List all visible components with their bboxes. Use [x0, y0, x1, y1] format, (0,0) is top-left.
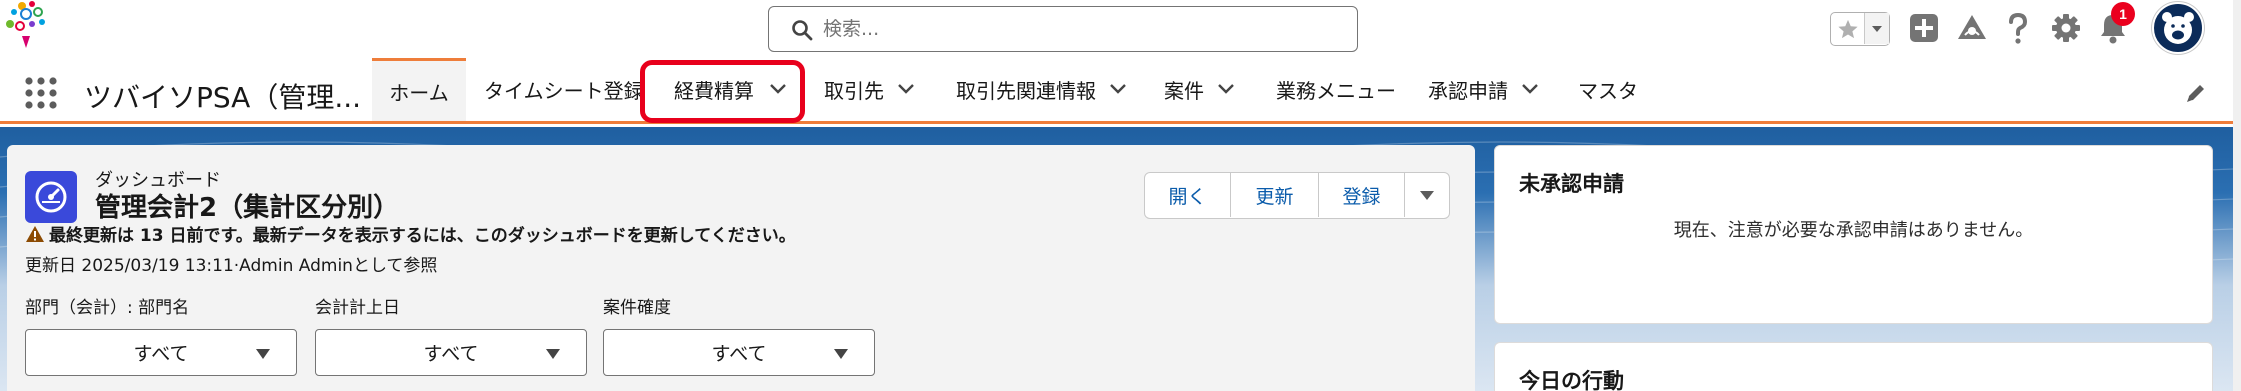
pending-approvals-empty-message: 現在、注意が必要な承認申請はありません。: [1673, 220, 2034, 241]
filter-select-value: すべて: [133, 343, 189, 365]
edit-nav-pencil-icon[interactable]: [2185, 82, 2207, 104]
register-button[interactable]: 登録: [1319, 173, 1405, 217]
nav-tab-home[interactable]: ホーム: [372, 58, 466, 121]
filter-label-posting-date: 会計計上日: [315, 298, 400, 318]
global-search-box[interactable]: [768, 6, 1358, 52]
nav-tab-projects[interactable]: 案件: [1164, 58, 1244, 121]
setup-gear-icon[interactable]: [2048, 10, 2084, 46]
app-nav-bar: ツバイソPSA（管理... ホーム タイムシート登録 経費精算 取引先 取引先関…: [0, 58, 2241, 124]
filter-label-probability: 案件確度: [603, 298, 671, 318]
nav-tab-label: ホーム: [389, 80, 449, 105]
notification-count-badge: 1: [2111, 2, 2135, 26]
chevron-down-icon[interactable]: [1108, 82, 1128, 96]
star-icon[interactable]: [1831, 13, 1865, 44]
chevron-down-icon: [256, 349, 270, 359]
nav-tab-label: 案件: [1164, 79, 1204, 103]
nav-tab-accounts[interactable]: 取引先: [824, 58, 924, 121]
help-icon[interactable]: [2000, 10, 2036, 46]
nav-tab-label: マスタ: [1578, 79, 1638, 103]
nav-tab-label: 取引先関連情報: [956, 79, 1096, 103]
filter-select-probability[interactable]: すべて: [603, 329, 875, 376]
chevron-down-icon[interactable]: [896, 82, 916, 96]
nav-tab-label: 取引先: [824, 79, 884, 103]
todays-events-card: 今日の行動: [1494, 342, 2213, 391]
trailhead-icon[interactable]: [1954, 10, 1990, 46]
filter-select-department[interactable]: すべて: [25, 329, 297, 376]
pending-approvals-card: 未承認申請 現在、注意が必要な承認申請はありません。: [1494, 145, 2213, 324]
nav-tab-master[interactable]: マスタ: [1578, 58, 1638, 121]
nav-tab-label: 業務メニュー: [1276, 79, 1396, 103]
dashboard-gauge-icon: [25, 171, 77, 223]
nav-tab-timesheet[interactable]: タイムシート登録: [484, 58, 644, 121]
search-input[interactable]: [823, 13, 1343, 45]
pending-approvals-title: 未承認申請: [1519, 172, 1624, 196]
app-name: ツバイソPSA（管理...: [84, 81, 362, 114]
warning-icon: [26, 225, 44, 242]
filter-select-posting-date[interactable]: すべて: [315, 329, 587, 376]
favorites-menu-chevron-down-icon[interactable]: [1865, 13, 1889, 44]
dashboard-title: 管理会計2（集計区分別）: [95, 193, 400, 223]
chevron-down-icon: [1420, 190, 1434, 200]
global-header: 1: [0, 0, 2241, 58]
global-actions-plus-icon[interactable]: [1906, 10, 1942, 46]
chevron-down-icon[interactable]: [1520, 82, 1540, 96]
stale-data-warning: 最終更新は 13 日前です。最新データを表示するには、このダッシュボードを更新し…: [25, 221, 796, 246]
todays-events-title: 今日の行動: [1519, 369, 1624, 391]
refresh-button[interactable]: 更新: [1231, 173, 1319, 217]
chevron-down-icon: [546, 349, 560, 359]
filter-select-value: すべて: [423, 343, 479, 365]
warning-text: 最終更新は 13 日前です。最新データを表示するには、このダッシュボードを更新し…: [49, 226, 796, 246]
search-icon: [792, 20, 813, 41]
filter-select-value: すべて: [711, 343, 767, 365]
dashboard-actions: 開く 更新 登録: [1144, 172, 1450, 219]
more-actions-button[interactable]: [1405, 173, 1449, 217]
filter-label-department: 部門（会計）: 部門名: [25, 298, 190, 318]
open-button[interactable]: 開く: [1145, 173, 1231, 217]
nav-tab-label: タイムシート登録: [484, 79, 644, 103]
dashboard-card: ダッシュボード 管理会計2（集計区分別） 最終更新は 13 日前です。最新データ…: [7, 145, 1475, 391]
last-updated-text: 更新日 2025/03/19 13:11·Admin Adminとして参照: [25, 256, 438, 276]
nav-tab-business-menu[interactable]: 業務メニュー: [1276, 58, 1396, 121]
user-avatar[interactable]: [2152, 2, 2204, 54]
highlight-annotation-box: [640, 60, 805, 123]
chevron-down-icon[interactable]: [1216, 82, 1236, 96]
app-logo-icon[interactable]: [2, 0, 62, 58]
favorites-group: [1830, 12, 1890, 46]
app-launcher-waffle-icon[interactable]: [24, 76, 58, 110]
chevron-down-icon: [834, 349, 848, 359]
nav-tab-approvals[interactable]: 承認申請: [1428, 58, 1548, 121]
nav-tab-account-relations[interactable]: 取引先関連情報: [956, 58, 1136, 121]
nav-tab-label: 承認申請: [1428, 79, 1508, 103]
window-scrollbar[interactable]: [2233, 0, 2241, 391]
